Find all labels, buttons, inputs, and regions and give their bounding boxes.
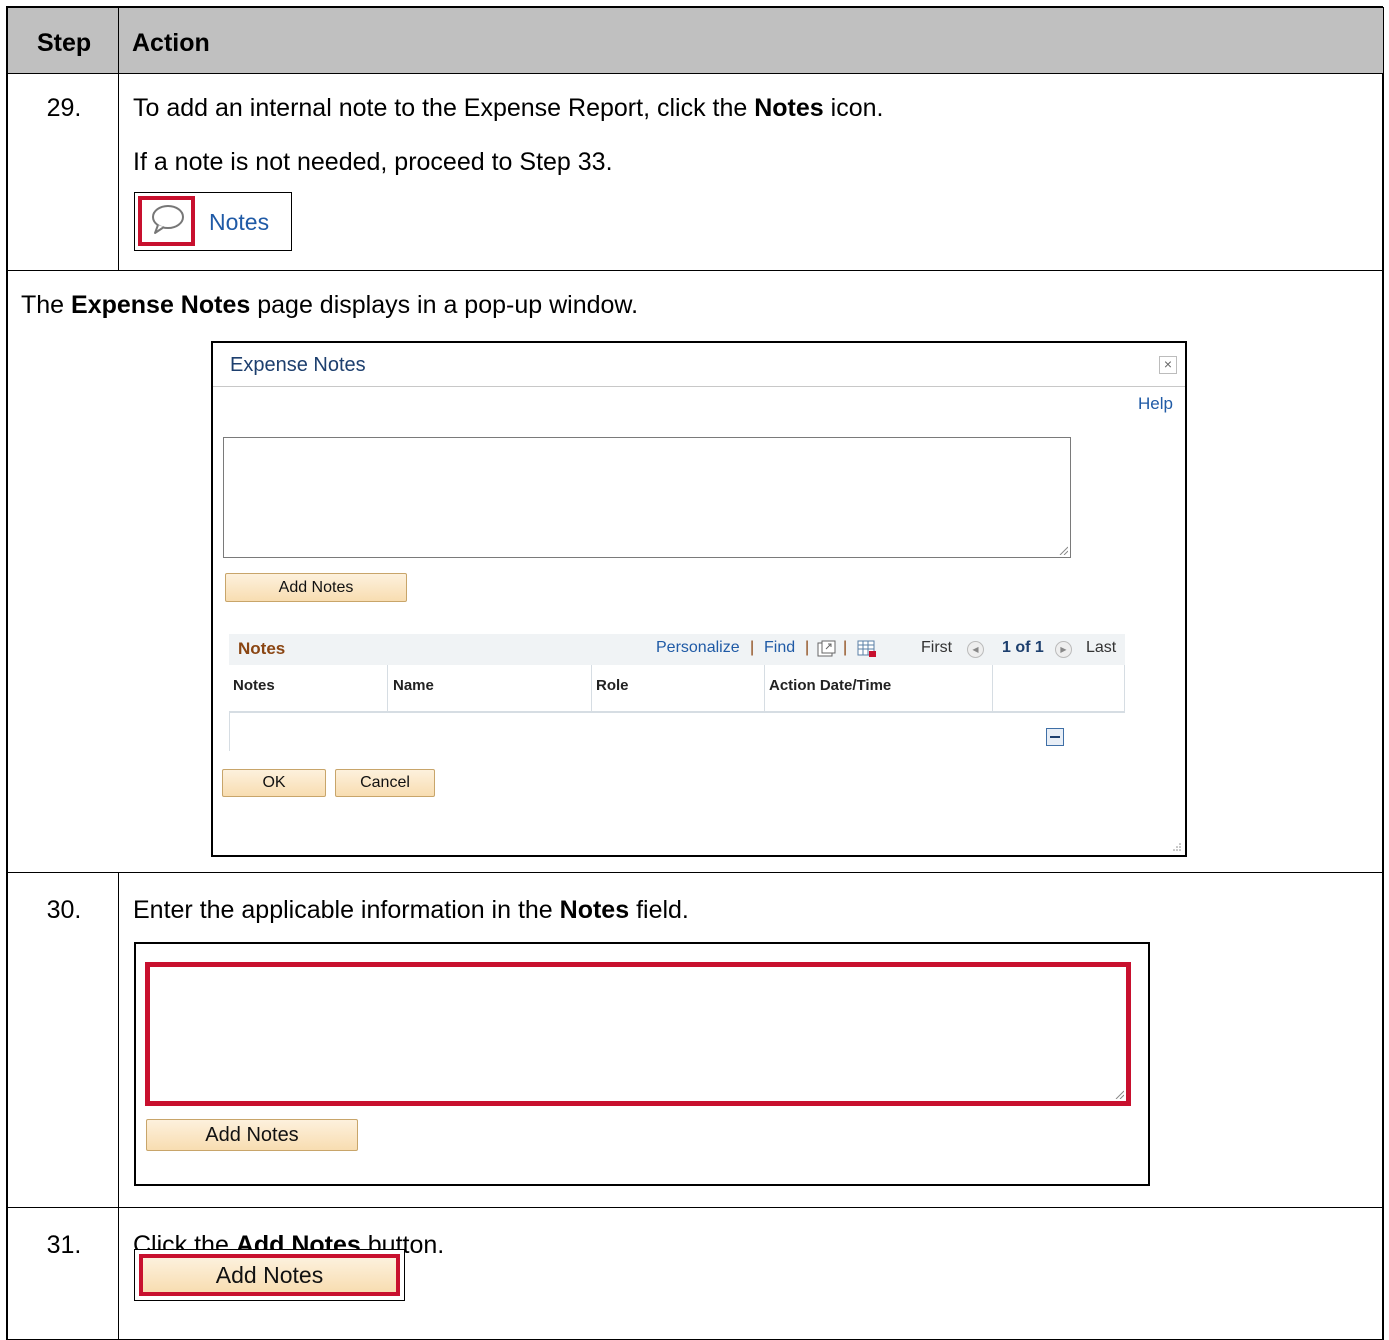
- resize-grip-icon[interactable]: [1058, 545, 1068, 555]
- step-number: 29.: [46, 94, 82, 122]
- window-resize-icon[interactable]: [1172, 842, 1182, 852]
- separator: |: [750, 639, 755, 656]
- title-divider: [213, 386, 1185, 387]
- next-arrow-icon[interactable]: ▶: [1055, 641, 1072, 658]
- column-header-action-date-time[interactable]: Action Date/Time: [769, 677, 891, 694]
- column-header-role[interactable]: Role: [596, 677, 629, 694]
- help-link[interactable]: Help: [1138, 394, 1173, 414]
- grid-row-border: [229, 713, 230, 751]
- step-31-number-cell: 31.: [7, 1207, 119, 1340]
- find-link[interactable]: Find: [764, 639, 795, 657]
- notes-field-screenshot: Add Notes: [134, 942, 1150, 1186]
- step-29-number-cell: 29.: [7, 73, 119, 271]
- resize-grip-icon[interactable]: [1114, 1089, 1124, 1099]
- column-header-name[interactable]: Name: [393, 677, 434, 694]
- add-notes-button[interactable]: Add Notes: [225, 573, 407, 602]
- popup-title: Expense Notes: [230, 354, 366, 376]
- speech-bubble-icon: [152, 205, 184, 234]
- row-count: 1 of 1: [1002, 639, 1044, 656]
- cancel-button[interactable]: Cancel: [335, 769, 435, 797]
- header-step-cell: Step: [7, 7, 119, 74]
- column-divider: [387, 665, 388, 711]
- instruction-table: Step Action 29. To add an internal note …: [6, 6, 1384, 1340]
- previous-arrow-icon[interactable]: ◀: [967, 641, 984, 658]
- notes-grid-columns: Notes Name Role Action Date/Time: [229, 665, 1125, 713]
- column-divider: [764, 665, 765, 711]
- header-action-label: Action: [132, 29, 210, 57]
- column-divider: [591, 665, 592, 711]
- add-notes-button[interactable]: Add Notes: [146, 1119, 358, 1151]
- notes-grid-header: Notes Personalize | Find | | First ◀ 1 o…: [229, 634, 1125, 665]
- notes-icon-highlight: [138, 196, 195, 246]
- notes-link-label[interactable]: Notes: [209, 209, 269, 236]
- column-divider: [1124, 665, 1125, 711]
- add-notes-button-screenshot: Add Notes: [134, 1249, 405, 1301]
- notes-textarea-highlight[interactable]: [145, 962, 1131, 1106]
- step-30-instruction: Enter the applicable information in the …: [133, 896, 689, 924]
- step-29-action-cell: To add an internal note to the Expense R…: [118, 73, 1384, 271]
- notes-link[interactable]: Notes: [134, 192, 292, 251]
- header-action-cell: Action: [118, 7, 1384, 74]
- ok-button[interactable]: OK: [222, 769, 326, 797]
- column-divider: [992, 665, 993, 711]
- expense-notes-intro: The Expense Notes page displays in a pop…: [21, 291, 639, 319]
- delete-row-icon[interactable]: [1046, 728, 1064, 746]
- notes-textarea[interactable]: [223, 437, 1071, 558]
- separator: |: [805, 639, 810, 656]
- step-number: 31.: [46, 1231, 82, 1259]
- notes-grid-title: Notes: [238, 639, 286, 658]
- header-step-label: Step: [37, 29, 92, 57]
- first-link[interactable]: First: [921, 639, 952, 657]
- add-notes-button-highlight[interactable]: Add Notes: [139, 1254, 400, 1296]
- download-grid-icon[interactable]: [857, 640, 877, 658]
- step-number: 30.: [46, 896, 82, 924]
- separator: |: [843, 639, 848, 656]
- view-all-icon[interactable]: [817, 640, 837, 658]
- expense-notes-popup: Expense Notes × Help Add Notes Notes Per…: [211, 341, 1187, 857]
- last-link[interactable]: Last: [1086, 639, 1116, 657]
- step-30-number-cell: 30.: [7, 872, 119, 1208]
- step-29-note: If a note is not needed, proceed to Step…: [133, 148, 613, 176]
- personalize-link[interactable]: Personalize: [656, 639, 740, 657]
- step-29-instruction: To add an internal note to the Expense R…: [133, 94, 884, 122]
- close-icon[interactable]: ×: [1159, 356, 1177, 374]
- column-header-notes[interactable]: Notes: [233, 677, 275, 694]
